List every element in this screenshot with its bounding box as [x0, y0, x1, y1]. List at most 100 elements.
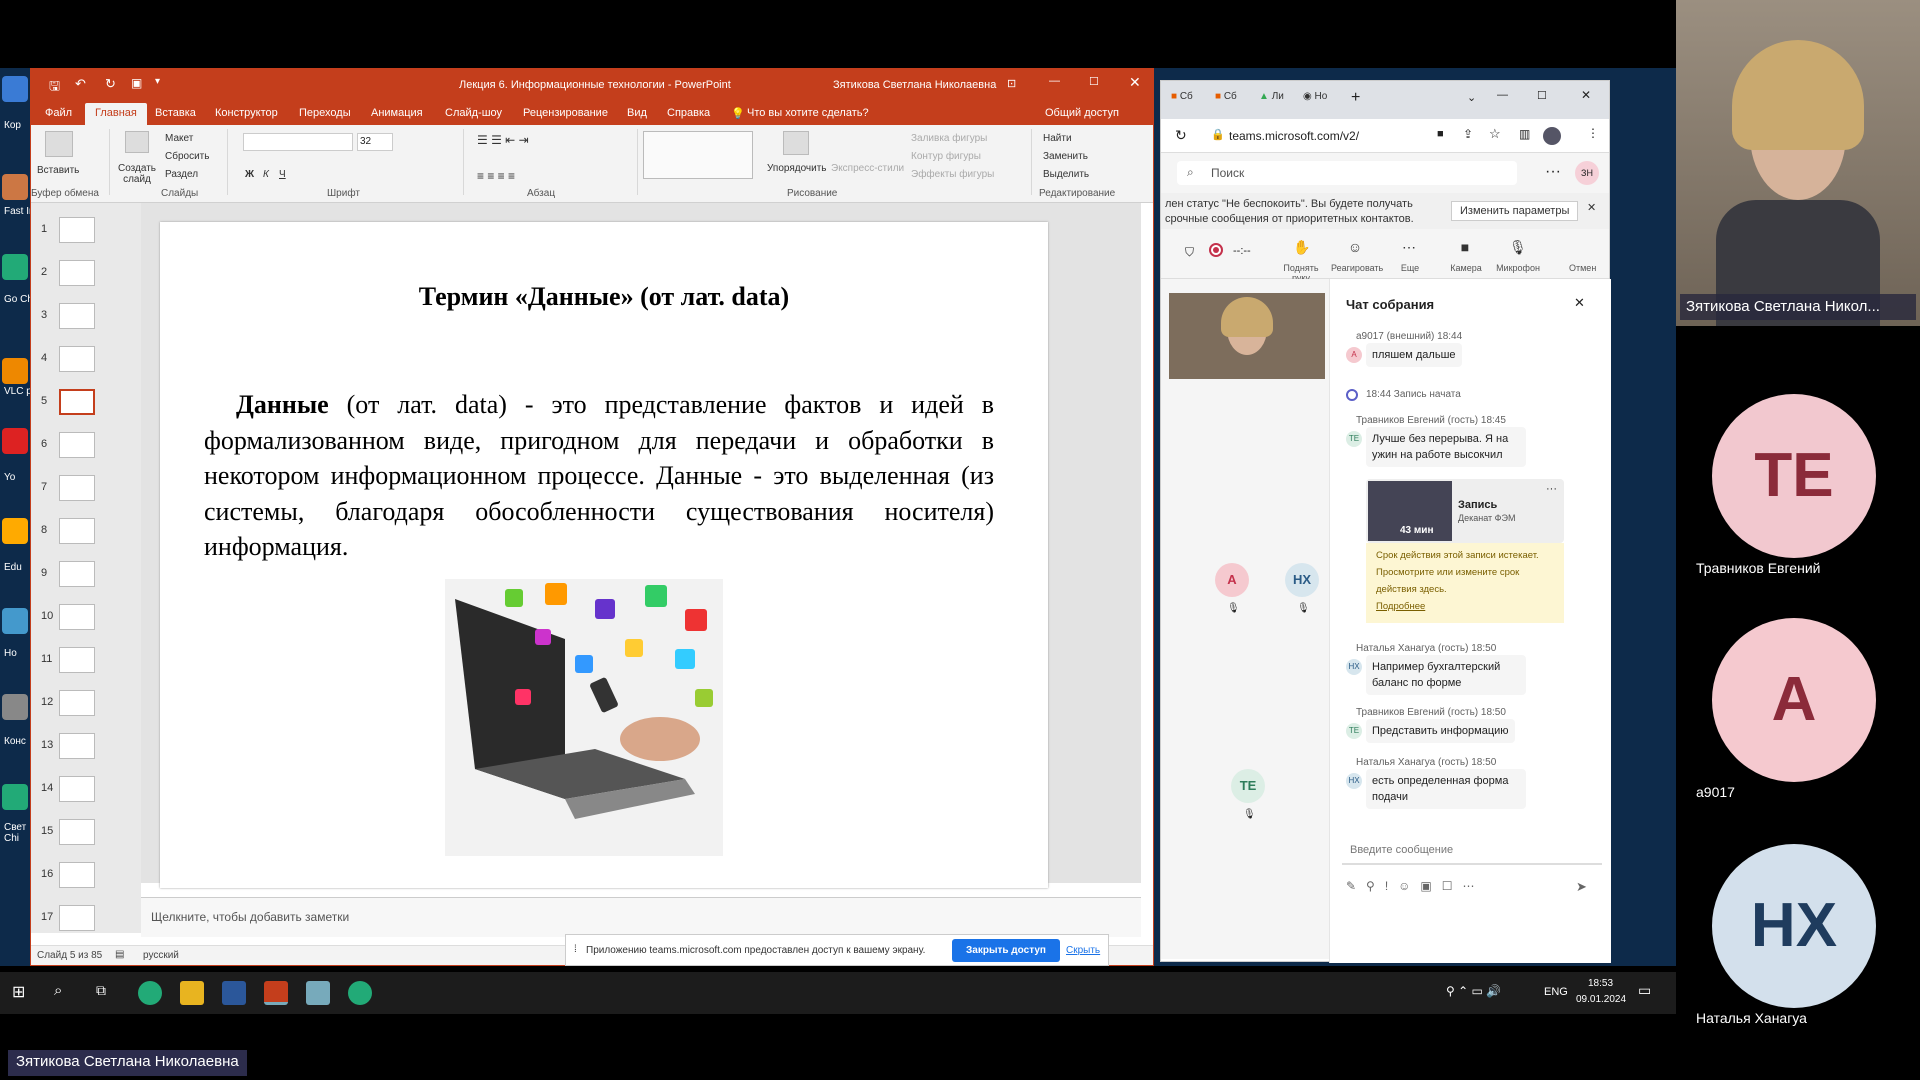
- share-button[interactable]: Общий доступ: [1045, 107, 1119, 119]
- close-icon[interactable]: ✕: [1129, 74, 1141, 91]
- participant-avatar[interactable]: НХ: [1285, 563, 1319, 597]
- tab-file[interactable]: Файл: [45, 107, 72, 119]
- laptop-picture[interactable]: [445, 579, 723, 856]
- stop-sharing-button[interactable]: Закрыть доступ: [952, 939, 1060, 962]
- browser-tab[interactable]: ▲ Ли: [1259, 91, 1301, 113]
- participant-tile-avatar[interactable]: A: [1712, 618, 1876, 782]
- slide-thumbnail[interactable]: [59, 647, 95, 673]
- slide-thumbnail[interactable]: [59, 475, 95, 501]
- presenter-video[interactable]: [1169, 293, 1325, 379]
- participant-avatar[interactable]: ТЕ: [1231, 769, 1265, 803]
- minimize-icon[interactable]: —: [1049, 75, 1060, 87]
- tab-help[interactable]: Справка: [667, 107, 710, 119]
- notifications-icon[interactable]: ▭: [1638, 982, 1651, 999]
- app-icon[interactable]: [2, 428, 28, 454]
- chat-message[interactable]: пляшем дальше: [1366, 343, 1462, 367]
- browser-tab[interactable]: ■ Сб: [1171, 91, 1213, 113]
- layout-button[interactable]: Макет: [165, 133, 193, 144]
- app-icon[interactable]: [2, 174, 28, 200]
- sidebar-icon[interactable]: ▥: [1519, 127, 1530, 141]
- slide-body[interactable]: Данные (от лат. data) - это представлени…: [204, 387, 994, 565]
- task-view-icon[interactable]: ⧉: [96, 982, 106, 999]
- tray-icons[interactable]: ⚲ ⌃ ▭ 🔊: [1446, 984, 1501, 998]
- leave-button[interactable]: Отмен: [1569, 263, 1609, 273]
- input-language[interactable]: ENG: [1544, 986, 1568, 998]
- reload-icon[interactable]: ↻: [1175, 127, 1187, 144]
- clock-date[interactable]: 09.01.2024: [1576, 994, 1626, 1005]
- learn-more-link[interactable]: Подробнее: [1376, 598, 1554, 615]
- search-icon[interactable]: ⌕: [54, 982, 62, 999]
- align-icon[interactable]: ≡ ≡ ≡ ≡: [477, 169, 515, 183]
- save-icon[interactable]: 🖫: [49, 77, 60, 99]
- app-icon[interactable]: [2, 694, 28, 720]
- powerpoint-icon[interactable]: [264, 981, 288, 1005]
- word-icon[interactable]: [222, 981, 246, 1005]
- section-button[interactable]: Раздел: [165, 169, 198, 180]
- underline-button[interactable]: Ч: [279, 169, 286, 180]
- slide-thumbnail[interactable]: [59, 733, 95, 759]
- drag-handle-icon[interactable]: ⁞: [574, 944, 577, 955]
- new-slide-icon[interactable]: [125, 131, 149, 153]
- slide-thumbnail[interactable]: [59, 303, 95, 329]
- tab-insert[interactable]: Вставка: [155, 107, 196, 119]
- camera-icon[interactable]: ■: [1457, 239, 1473, 255]
- slide-title[interactable]: Термин «Данные» (от лат. data): [160, 282, 1048, 312]
- more-icon[interactable]: ···: [1546, 483, 1557, 495]
- tab-design[interactable]: Конструктор: [215, 107, 278, 119]
- start-icon[interactable]: ⊞: [12, 982, 25, 1002]
- maximize-icon[interactable]: ☐: [1089, 75, 1099, 88]
- microphone-icon[interactable]: 🎙: [1509, 239, 1527, 255]
- notes-pane[interactable]: Щелкните, чтобы добавить заметки: [141, 897, 1141, 937]
- slide-thumbnail[interactable]: [59, 346, 95, 372]
- ribbon-display-icon[interactable]: ⊡: [1007, 77, 1016, 90]
- chat-message[interactable]: есть определенная форма подачи: [1366, 769, 1526, 809]
- font-size-select[interactable]: 32: [357, 133, 393, 151]
- browser-tab[interactable]: ■ Сб: [1215, 91, 1257, 113]
- paste-button[interactable]: Вставить: [37, 165, 79, 176]
- tab-review[interactable]: Рецензирование: [523, 107, 608, 119]
- compose-tools-icon[interactable]: ✎⚲!☺▣☐⋯: [1346, 879, 1485, 893]
- slide-thumbnail[interactable]: [59, 260, 95, 286]
- replace-button[interactable]: Заменить: [1043, 151, 1088, 162]
- arrange-icon[interactable]: [783, 131, 809, 155]
- lock-icon[interactable]: 🔒: [1211, 128, 1225, 141]
- slide-thumbnail[interactable]: [59, 604, 95, 630]
- clock-time[interactable]: 18:53: [1588, 978, 1613, 989]
- app-icon[interactable]: [2, 608, 28, 634]
- shape-fill-button[interactable]: Заливка фигуры: [911, 133, 987, 144]
- raise-hand-icon[interactable]: ✋: [1293, 239, 1310, 255]
- message-input[interactable]: Введите сообщение: [1342, 835, 1602, 865]
- shapes-gallery[interactable]: [643, 131, 753, 179]
- tab-slideshow[interactable]: Слайд-шоу: [445, 107, 502, 119]
- slide-thumbnail[interactable]: [59, 819, 95, 845]
- slide-thumbnail[interactable]: [59, 862, 95, 888]
- tab-list-icon[interactable]: ⌄: [1467, 91, 1476, 104]
- chrome-icon[interactable]: [138, 981, 162, 1005]
- my-avatar[interactable]: ЗН: [1575, 161, 1599, 185]
- slide-thumbnail[interactable]: [59, 776, 95, 802]
- more-icon[interactable]: ···: [1545, 163, 1561, 181]
- browser-tab[interactable]: ◉ Но: [1303, 91, 1345, 113]
- tell-me-input[interactable]: Что вы хотите сделать?: [747, 107, 869, 119]
- react-button[interactable]: Реагировать: [1331, 263, 1383, 273]
- chrome-icon[interactable]: [2, 254, 28, 280]
- tab-animations[interactable]: Анимация: [371, 107, 423, 119]
- select-button[interactable]: Выделить: [1043, 169, 1089, 180]
- folder-icon[interactable]: [2, 518, 28, 544]
- font-name-select[interactable]: [243, 133, 353, 151]
- chat-message[interactable]: Лучше без перерыва. Я на ужин на работе …: [1366, 427, 1526, 467]
- app-icon[interactable]: [306, 981, 330, 1005]
- user-name[interactable]: Зятикова Светлана Николаевна: [833, 79, 996, 91]
- spellcheck-icon[interactable]: ▤: [115, 949, 124, 960]
- chrome-icon[interactable]: [2, 784, 28, 810]
- minimize-icon[interactable]: —: [1497, 89, 1508, 101]
- slide-thumbnail[interactable]: [59, 432, 95, 458]
- new-tab-icon[interactable]: +: [1351, 89, 1360, 107]
- react-icon[interactable]: ☺: [1347, 239, 1363, 255]
- chat-message[interactable]: Представить информацию: [1366, 719, 1515, 743]
- participant-tile-avatar[interactable]: НХ: [1712, 844, 1876, 1008]
- chat-message[interactable]: Например бухгалтерский баланс по форме: [1366, 655, 1526, 695]
- language[interactable]: русский: [143, 950, 179, 961]
- customize-qat-icon[interactable]: ▾: [155, 76, 160, 87]
- menu-icon[interactable]: ⋮: [1587, 126, 1599, 140]
